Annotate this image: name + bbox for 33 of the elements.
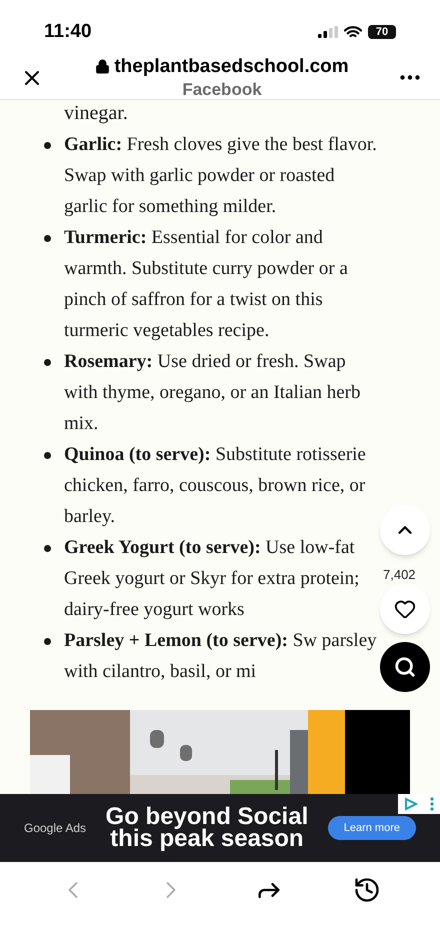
bullet-icon [44,359,51,366]
more-icon [430,797,434,811]
bullet-icon [44,545,51,552]
search-icon [394,656,416,678]
history-button[interactable] [353,876,381,904]
like-count: 7,402 [383,566,416,584]
list-item-text: Greek Yogurt (to serve): Use low-fat Greek yogurt or Skyr for extra protein; dairy-free yogurt works [64,536,360,622]
more-button[interactable] [400,75,420,80]
article-text: vinegar. [63,101,129,126]
list-item-text: Parsley + Lemon (to serve): Sw parsley with cilantro, basil, or mi [64,629,378,684]
list-item-text: Rosemary: Use dried or fresh. Swap with thyme, oregano, or an Italian herb mix. [64,350,362,436]
list-item-text: Garlic: Fresh cloves give the best flavor. Swap with garlic powder or roasted garlic for something milder. [64,133,378,219]
bullet-icon [44,235,51,242]
more-icon [400,75,420,80]
list-item-text: Quinoa (to serve): Substitute rotisserie chicken, farro, couscous, brown rice, or barley. [64,443,367,529]
learn-more-button[interactable]: Learn more [328,816,416,840]
status-time: 11:40 [44,20,92,44]
heart-icon [394,598,416,620]
ad-brand: Google Ads [24,820,86,837]
bullet-icon [44,638,51,645]
wifi-icon [344,26,362,38]
source-label: Facebook [182,78,262,100]
ad-headline: Go beyond Social this peak season [104,806,310,850]
history-icon [353,876,381,904]
play-icon [404,797,418,811]
bullet-icon [44,452,51,459]
signal-icon [318,26,338,38]
ad-choices-badge[interactable] [398,794,440,814]
site-domain: theplantbasedschool.com [114,55,349,79]
bullet-icon [44,142,51,149]
battery-indicator: 70 [368,25,396,39]
list-item-text: Turmeric: Essential for color and warmth. Substitute curry powder or a pinch of saffron for a twist on this turmeric vegetables recipe. [64,226,349,343]
lock-icon [95,59,110,74]
